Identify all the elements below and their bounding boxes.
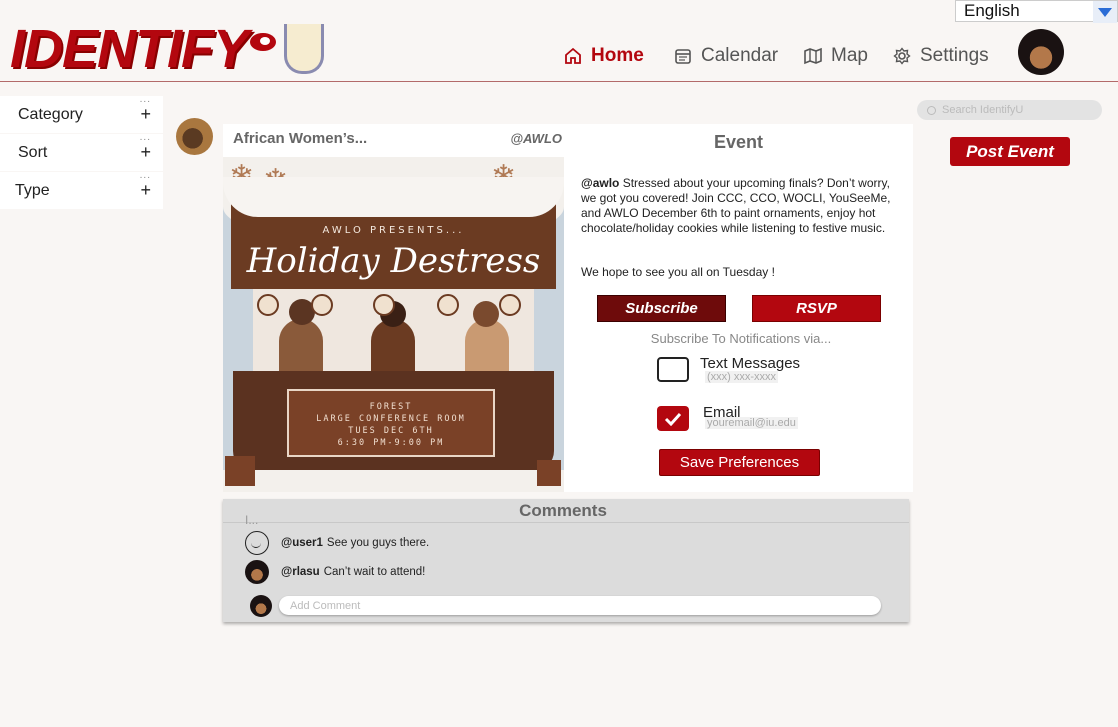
poster-sign: FOREST LARGE CONFERENCE ROOM TUES DEC 6T… bbox=[287, 389, 495, 457]
poster-ground bbox=[223, 470, 564, 492]
poster-sign-location: FOREST bbox=[369, 402, 413, 412]
filter-type-label: Type bbox=[15, 181, 50, 199]
poster-head bbox=[473, 301, 499, 327]
poster-title: Holiday Destress bbox=[246, 241, 541, 281]
comment-user[interactable]: @user1 bbox=[281, 537, 323, 549]
ornament-icon bbox=[257, 294, 279, 316]
text-cursor-indicator: I... bbox=[245, 513, 259, 527]
add-comment-placeholder: Add Comment bbox=[290, 599, 361, 612]
avatar bbox=[250, 595, 272, 617]
avatar[interactable] bbox=[245, 560, 269, 584]
nav-calendar-label: Calendar bbox=[701, 45, 779, 66]
org-avatar[interactable] bbox=[176, 118, 213, 155]
ornament-icon bbox=[499, 294, 521, 316]
filter-type[interactable]: ... Type + bbox=[0, 170, 163, 209]
logo-u-mark: U bbox=[284, 24, 325, 74]
poster-sign-date: TUES DEC 6TH bbox=[348, 426, 434, 436]
notifications-label: Subscribe To Notifications via... bbox=[650, 331, 832, 346]
subscribe-button[interactable]: Subscribe bbox=[597, 295, 726, 322]
plus-icon[interactable]: + bbox=[140, 104, 151, 125]
nav-map[interactable]: Map bbox=[804, 44, 868, 68]
search-icon bbox=[927, 105, 936, 115]
nav-settings-label: Settings bbox=[920, 45, 989, 66]
comment-item: @rlasu Can’t wait to attend! bbox=[245, 560, 425, 584]
add-comment-input[interactable]: Add Comment bbox=[279, 596, 881, 615]
comment-text: Can’t wait to attend! bbox=[323, 566, 426, 578]
ornament-icon bbox=[437, 294, 459, 316]
filter-category-label: Category bbox=[18, 105, 83, 123]
plus-icon[interactable]: + bbox=[140, 142, 151, 163]
checkmark-icon bbox=[664, 412, 682, 426]
smiley-avatar-icon[interactable] bbox=[245, 531, 269, 555]
search-placeholder: Search IdentifyU bbox=[942, 104, 1024, 116]
language-select[interactable]: English bbox=[955, 0, 1118, 23]
ornament-icon bbox=[311, 294, 333, 316]
drag-handle-icon: ... bbox=[139, 94, 151, 105]
filter-sort[interactable]: ... Sort + bbox=[0, 132, 163, 171]
poster-person bbox=[279, 319, 323, 379]
nav-calendar[interactable]: Calendar bbox=[674, 44, 778, 68]
drag-handle-icon: ... bbox=[139, 132, 151, 143]
drag-handle-icon: ... bbox=[139, 170, 151, 181]
org-name[interactable]: African Women’s... bbox=[233, 130, 367, 147]
comment-user[interactable]: @rlasu bbox=[281, 566, 320, 578]
event-label: Event bbox=[713, 132, 764, 152]
poster-person bbox=[465, 319, 509, 379]
post-event-button[interactable]: Post Event bbox=[950, 137, 1070, 166]
calendar-icon bbox=[675, 49, 691, 64]
gear-icon bbox=[893, 47, 911, 65]
poster-sign-time: 6:30 PM-9:00 PM bbox=[337, 438, 445, 448]
search-bar[interactable]: Search IdentifyU bbox=[917, 100, 1102, 120]
comments-title: Comments bbox=[519, 501, 607, 520]
comment-text: See you guys there. bbox=[326, 537, 430, 549]
text-messages-checkbox[interactable] bbox=[657, 357, 689, 382]
event-poster-image: ❄ ❄ ❄ ❄ AWLO PRESENTS... Holiday Destres… bbox=[223, 157, 564, 492]
save-preferences-button[interactable]: Save Preferences bbox=[659, 449, 820, 476]
poster-person bbox=[371, 319, 415, 379]
rsvp-button[interactable]: RSVP bbox=[752, 295, 881, 322]
logo-eye-icon bbox=[250, 33, 277, 51]
post-header: African Women’s... @AWLO bbox=[223, 124, 564, 157]
nav-settings[interactable]: Settings bbox=[893, 44, 989, 68]
phone-field[interactable]: (xxx) xxx-xxxx bbox=[705, 371, 779, 383]
poster-roof-snow bbox=[223, 177, 564, 217]
nav-home-label: Home bbox=[591, 45, 644, 66]
comment-item: @user1 See you guys there. bbox=[245, 531, 429, 555]
comments-section: Comments I... @user1 See you guys there.… bbox=[223, 499, 909, 622]
description-text: Stressed about your upcoming finals? Don… bbox=[581, 176, 891, 235]
email-checkbox[interactable] bbox=[657, 406, 689, 431]
map-icon bbox=[804, 47, 822, 65]
event-description-closing: We hope to see you all on Tuesday ! bbox=[581, 265, 775, 279]
nav-home[interactable]: Home bbox=[564, 44, 644, 68]
org-handle[interactable]: @AWLO bbox=[510, 131, 562, 146]
chevron-down-icon[interactable] bbox=[1093, 1, 1117, 23]
poster-sign-room: LARGE CONFERENCE ROOM bbox=[316, 414, 466, 424]
gift-icon bbox=[225, 456, 255, 486]
event-description: @awlo Stressed about your upcoming final… bbox=[581, 176, 903, 236]
ornament-icon bbox=[373, 294, 395, 316]
email-field[interactable]: youremail@iu.edu bbox=[705, 417, 798, 429]
description-handle[interactable]: @awlo bbox=[581, 176, 619, 190]
app-header: IDENTIFY U English Home Calendar Map Set… bbox=[0, 0, 1118, 82]
logo-text: IDENTIFY bbox=[10, 19, 249, 79]
identifyu-logo[interactable]: IDENTIFY U bbox=[10, 18, 325, 80]
user-avatar[interactable] bbox=[1018, 29, 1064, 75]
filter-category[interactable]: ... Category + bbox=[0, 94, 163, 133]
home-icon bbox=[565, 47, 581, 64]
gift-icon bbox=[537, 460, 561, 486]
divider bbox=[223, 522, 909, 523]
poster-presents: AWLO PRESENTS... bbox=[322, 225, 465, 236]
language-selected: English bbox=[964, 1, 1020, 20]
plus-icon[interactable]: + bbox=[140, 180, 151, 201]
filter-sort-label: Sort bbox=[18, 143, 48, 161]
text-messages-label: Text Messages bbox=[700, 355, 801, 372]
event-details-panel: Event @awlo Stressed about your upcoming… bbox=[564, 124, 913, 492]
nav-map-label: Map bbox=[831, 45, 868, 66]
